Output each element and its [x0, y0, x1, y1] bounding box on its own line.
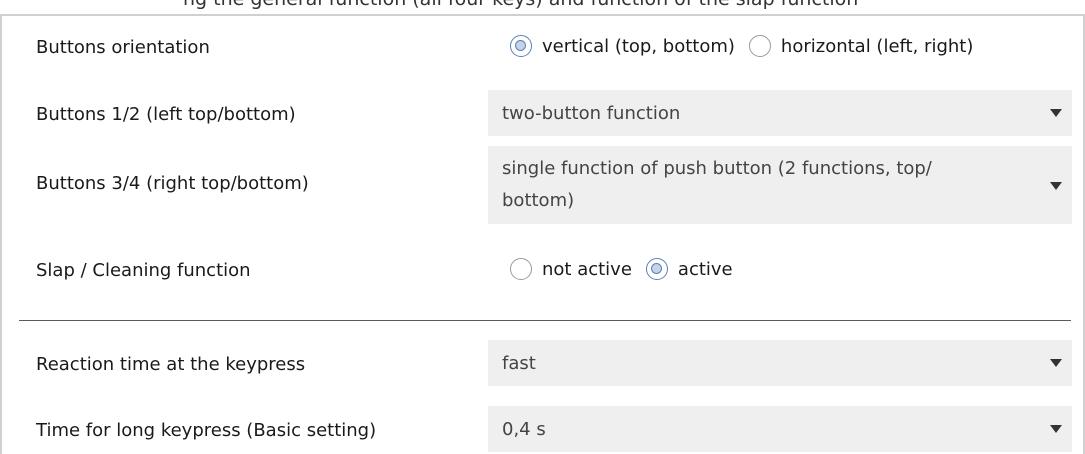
reaction-label: Reaction time at the keypress	[36, 354, 306, 375]
radio-button-icon[interactable]	[748, 35, 771, 57]
caret-down-icon	[1050, 109, 1062, 117]
parameter-panel: Buttons orientation vertical (top, botto…	[0, 14, 1085, 454]
orientation-option-vertical[interactable]: vertical (top, bottom)	[510, 35, 735, 57]
buttons34-value-line1: single function of push button (2 functi…	[502, 158, 932, 179]
buttons34-value-line2: bottom)	[502, 190, 575, 211]
section-divider	[19, 320, 1071, 321]
buttons12-dropdown[interactable]: two-button function	[488, 90, 1072, 136]
reaction-value: fast	[502, 353, 536, 374]
orientation-option-horizontal[interactable]: horizontal (left, right)	[748, 35, 974, 57]
reaction-dropdown[interactable]: fast	[488, 340, 1072, 386]
caret-down-icon	[1050, 425, 1062, 433]
longpress-value: 0,4 s	[502, 419, 546, 440]
orientation-option-horizontal-label: horizontal (left, right)	[780, 35, 974, 57]
buttons34-dropdown[interactable]: single function of push button (2 functi…	[488, 146, 1072, 224]
slap-radio-group: not active active	[510, 258, 733, 280]
slap-option-not-active-label: not active	[542, 258, 632, 280]
longpress-label: Time for long keypress (Basic setting)	[36, 420, 377, 441]
radio-button-icon[interactable]	[510, 258, 532, 280]
longpress-dropdown[interactable]: 0,4 s	[488, 406, 1072, 452]
slap-option-not-active[interactable]: not active	[510, 258, 632, 280]
caret-down-icon	[1050, 359, 1062, 367]
buttons12-label: Buttons 1/2 (left top/bottom)	[36, 104, 296, 125]
slap-option-active[interactable]: active	[645, 258, 733, 280]
slap-option-active-label: active	[677, 258, 733, 280]
buttons34-label: Buttons 3/4 (right top/bottom)	[36, 173, 309, 194]
orientation-option-vertical-label: vertical (top, bottom)	[542, 35, 735, 57]
orientation-label: Buttons orientation	[36, 37, 210, 58]
radio-button-icon[interactable]	[645, 258, 668, 280]
slap-label: Slap / Cleaning function	[36, 260, 251, 281]
cropped-caption: ng the general function (all four keys) …	[0, 0, 1085, 14]
caption-text: ng the general function (all four keys) …	[183, 0, 858, 10]
radio-button-icon[interactable]	[510, 35, 532, 57]
buttons12-value: two-button function	[502, 103, 681, 124]
orientation-radio-group: vertical (top, bottom) horizontal (left,…	[510, 35, 973, 57]
caret-down-icon	[1050, 182, 1062, 190]
